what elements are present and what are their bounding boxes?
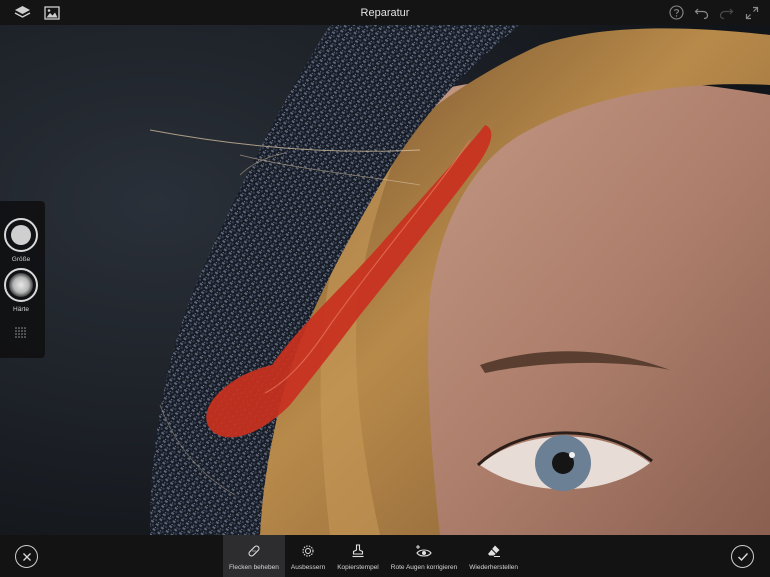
help-button[interactable] xyxy=(668,4,685,21)
bottom-toolbar: Flecken beheben Ausbessern Kopierstempel xyxy=(0,535,770,577)
layers-button[interactable] xyxy=(14,4,31,21)
eraser-icon xyxy=(487,545,500,557)
undo-button[interactable] xyxy=(693,4,710,21)
layers-icon xyxy=(14,6,31,18)
page-title: Reparatur xyxy=(360,6,410,19)
tool-red-eye[interactable]: Rote Augen korrigieren xyxy=(385,535,464,577)
photo-canvas[interactable] xyxy=(0,25,770,535)
tool-restore[interactable]: Wiederherstellen xyxy=(463,535,524,577)
help-icon xyxy=(669,5,684,20)
tool-clone-stamp[interactable]: Kopierstempel xyxy=(331,535,385,577)
close-icon xyxy=(22,552,31,561)
brush-size-label: Größe xyxy=(11,256,31,263)
red-eye-icon xyxy=(416,544,432,557)
brush-size-indicator xyxy=(11,225,31,245)
photo-image xyxy=(0,25,770,535)
image-icon xyxy=(43,5,60,20)
fullscreen-button[interactable] xyxy=(743,4,760,21)
tool-list: Flecken beheben Ausbessern Kopierstempel xyxy=(223,535,524,577)
tool-label: Wiederherstellen xyxy=(469,563,519,571)
checkmark-icon xyxy=(737,552,748,561)
brush-hardness-control[interactable] xyxy=(4,268,38,302)
brush-hardness-label: Härte xyxy=(13,306,29,313)
tool-label: Rote Augen korrigieren xyxy=(390,563,458,571)
brush-size-control[interactable] xyxy=(4,218,38,252)
brush-settings-panel: Größe Härte xyxy=(0,201,45,358)
bandage-icon xyxy=(248,544,260,557)
tool-label: Ausbessern xyxy=(290,563,326,571)
overlay-toggle-button[interactable] xyxy=(14,326,28,345)
tool-spot-healing[interactable]: Flecken beheben xyxy=(223,535,285,577)
cancel-button[interactable] xyxy=(15,545,38,568)
grid-icon xyxy=(15,327,26,338)
image-button[interactable] xyxy=(43,4,60,21)
redo-icon xyxy=(719,8,734,19)
undo-icon xyxy=(694,8,709,19)
tool-patch[interactable]: Ausbessern xyxy=(285,535,331,577)
brush-hardness-indicator xyxy=(9,273,33,297)
stamp-icon xyxy=(352,543,364,557)
confirm-button[interactable] xyxy=(731,545,754,568)
tool-label: Flecken beheben xyxy=(229,563,279,571)
redo-button[interactable] xyxy=(718,4,735,21)
expand-icon xyxy=(745,6,758,19)
top-bar: Reparatur xyxy=(0,0,770,25)
patch-icon xyxy=(302,544,314,557)
tool-label: Kopierstempel xyxy=(337,563,379,571)
